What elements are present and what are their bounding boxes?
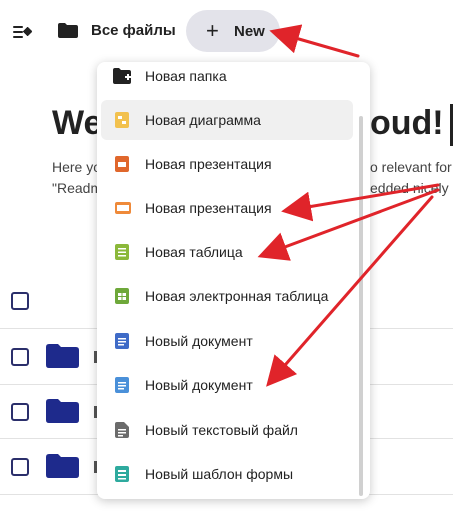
welcome-description-right-1: o relevant for [370, 159, 452, 175]
menu-item-label: Новый документ [145, 333, 253, 349]
folder-icon [46, 454, 79, 478]
welcome-heading-left: We [52, 104, 103, 142]
form-template-icon [115, 466, 129, 482]
menu-item-new-table[interactable]: Новая таблица [101, 232, 353, 272]
folder-plus-icon [113, 68, 131, 84]
document-icon [115, 333, 129, 349]
menu-item-new-document-2[interactable]: Новый документ [101, 365, 353, 405]
menu-item-new-folder[interactable]: Новая папка [101, 56, 353, 96]
folder-icon [46, 344, 79, 368]
menu-item-label: Новый шаблон формы [145, 466, 294, 482]
row-checkbox[interactable] [11, 348, 29, 366]
menu-item-label: Новый документ [145, 377, 253, 393]
menu-item-new-diagram[interactable]: Новая диаграмма [101, 100, 353, 140]
menu-item-new-spreadsheet[interactable]: Новая электронная таблица [101, 276, 353, 316]
menu-item-label: Новый текстовый файл [145, 422, 298, 438]
spreadsheet-icon [115, 288, 129, 304]
menu-item-label: Новая презентация [145, 200, 272, 216]
text-file-icon [115, 422, 129, 438]
spreadsheet-icon [115, 244, 129, 260]
presentation-icon [115, 202, 131, 214]
diagram-icon [115, 112, 129, 128]
menu-item-label: Новая презентация [145, 156, 272, 172]
menu-item-label: Новая папка [145, 68, 227, 84]
new-button-label: New [234, 23, 265, 40]
welcome-heading-right: oud! [370, 104, 444, 142]
welcome-description-right-2: edded nicely [370, 180, 449, 196]
menu-item-label: Новая электронная таблица [145, 288, 329, 304]
welcome-description-left-1: Here yo [52, 159, 102, 175]
collapse-sidebar-icon[interactable] [8, 18, 36, 46]
row-checkbox[interactable] [11, 403, 29, 421]
welcome-description-left-2: "Readm [52, 180, 103, 196]
menu-scrollbar[interactable] [359, 116, 363, 496]
menu-item-new-text-file[interactable]: Новый текстовый файл [101, 410, 353, 450]
folder-icon [46, 399, 79, 423]
top-bar: Все файлы + New [0, 0, 453, 64]
menu-item-new-presentation-1[interactable]: Новая презентация [101, 144, 353, 184]
document-icon [115, 377, 129, 393]
menu-item-new-presentation-2[interactable]: Новая презентация [101, 188, 353, 228]
plus-icon: + [206, 18, 219, 43]
folder-icon [58, 23, 78, 38]
breadcrumb-all-files[interactable]: Все файлы [91, 22, 176, 39]
file-manager-page: Все файлы + New We oud! Here yo "Readm o… [0, 0, 453, 511]
menu-item-label: Новая таблица [145, 244, 243, 260]
new-button[interactable]: + New [186, 10, 280, 52]
row-checkbox[interactable] [11, 458, 29, 476]
menu-item-new-form-template[interactable]: Новый шаблон формы [101, 454, 353, 494]
select-all-checkbox[interactable] [11, 292, 29, 310]
menu-item-label: Новая диаграмма [145, 112, 261, 128]
presentation-icon [115, 156, 129, 172]
menu-item-new-document-1[interactable]: Новый документ [101, 321, 353, 361]
